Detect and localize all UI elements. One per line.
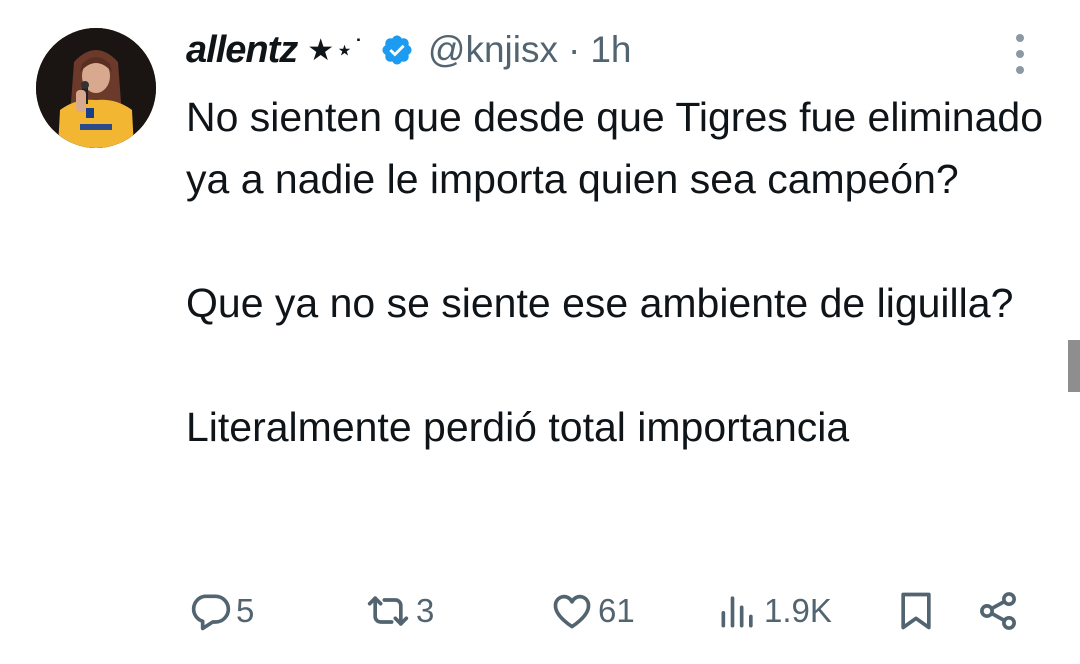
- share-icon: [980, 592, 1016, 630]
- reply-icon: [191, 594, 231, 631]
- share-button[interactable]: [976, 584, 1020, 638]
- like-button[interactable]: 61: [550, 584, 635, 638]
- author-handle[interactable]: @knjisx: [428, 29, 558, 71]
- bookmark-button[interactable]: [894, 584, 938, 638]
- separator-dot: ·: [568, 29, 581, 70]
- name-emoji: ★⋆˙: [307, 33, 366, 67]
- avatar-image: [36, 28, 156, 148]
- tweet-header: allentz ★⋆˙ @knjisx · 1h: [186, 22, 631, 78]
- avatar[interactable]: [36, 28, 156, 148]
- bookmark-icon: [901, 592, 931, 630]
- repost-count: 3: [416, 592, 435, 629]
- views-count: 1.9K: [764, 592, 832, 629]
- like-count: 61: [598, 592, 635, 629]
- reply-count: 5: [236, 592, 255, 629]
- repost-icon: [367, 596, 409, 626]
- scrollbar-thumb[interactable]: [1068, 340, 1080, 392]
- like-icon: [553, 594, 591, 629]
- action-bar: 5 3 61 1.9K: [186, 584, 1036, 638]
- tweet-timestamp[interactable]: 1h: [590, 29, 631, 71]
- tweet-text: No sienten que desde que Tigres fue elim…: [186, 94, 1044, 450]
- author-name[interactable]: allentz: [186, 29, 298, 72]
- repost-button[interactable]: 3: [364, 584, 434, 638]
- views-icon: [721, 596, 753, 628]
- verified-badge-icon: [380, 33, 414, 67]
- more-icon[interactable]: [1008, 34, 1032, 74]
- reply-button[interactable]: 5: [188, 584, 254, 638]
- views-button[interactable]: 1.9K: [716, 584, 832, 638]
